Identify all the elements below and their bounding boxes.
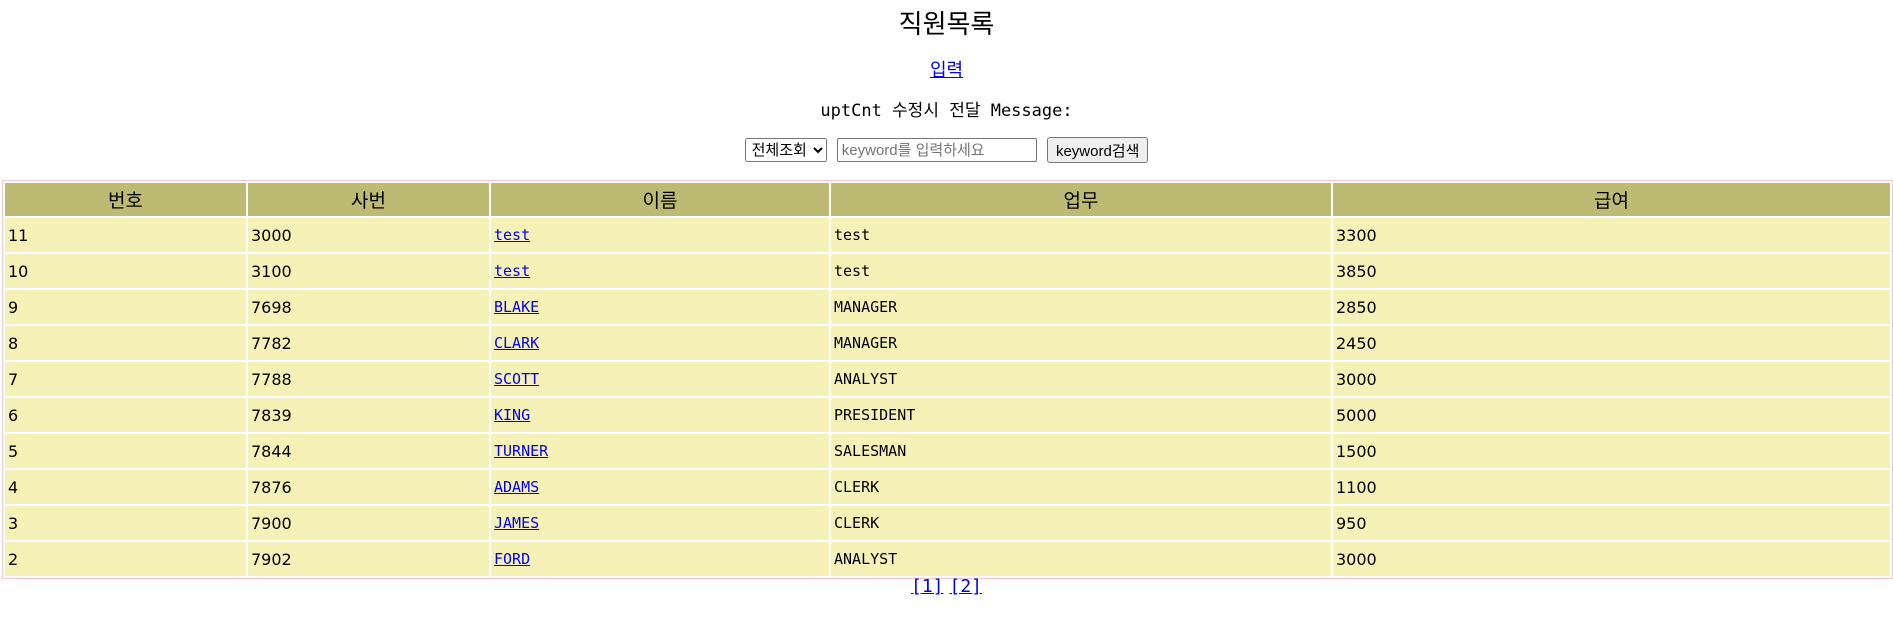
employee-name-link[interactable]: CLARK [494,334,539,352]
cell-sal: 1100 [1333,470,1890,504]
cell-empno: 7788 [248,362,489,396]
cell-empno: 7698 [248,290,489,324]
cell-ename: ADAMS [491,470,829,504]
page-title: 직원목록 [898,10,995,40]
cell-empno: 3100 [248,254,489,288]
cell-empno: 7844 [248,434,489,468]
page-link-2[interactable]: [2] [950,576,983,597]
employee-name-link[interactable]: TURNER [494,442,548,460]
cell-job: test [831,218,1331,252]
table-row: 9 7698 BLAKE MANAGER 2850 [5,290,1890,324]
insert-link-container: 입력 [0,56,1893,82]
cell-sal: 3300 [1333,218,1890,252]
cell-job: CLERK [831,506,1331,540]
cell-no: 5 [5,434,246,468]
search-type-select[interactable]: 전체조회 [744,138,827,162]
page-link-1[interactable]: [1] [911,576,944,597]
cell-no: 11 [5,218,246,252]
cell-ename: KING [491,398,829,432]
cell-job: PRESIDENT [831,398,1331,432]
insert-link[interactable]: 입력 [930,60,963,81]
cell-ename: test [491,218,829,252]
cell-sal: 3000 [1333,362,1890,396]
header-job: 업무 [831,183,1331,216]
cell-empno: 7902 [248,542,489,576]
table-row: 6 7839 KING PRESIDENT 5000 [5,398,1890,432]
header-no: 번호 [5,183,246,216]
header-ename: 이름 [491,183,829,216]
cell-sal: 3000 [1333,542,1890,576]
employee-name-link[interactable]: ADAMS [494,478,539,496]
header-empno: 사번 [248,183,489,216]
cell-no: 6 [5,398,246,432]
cell-empno: 7876 [248,470,489,504]
cell-ename: FORD [491,542,829,576]
cell-job: test [831,254,1331,288]
employee-table: 번호 사번 이름 업무 급여 11 3000 test test 3300 10… [2,180,1893,579]
table-row: 4 7876 ADAMS CLERK 1100 [5,470,1890,504]
table-row: 5 7844 TURNER SALESMAN 1500 [5,434,1890,468]
cell-ename: CLARK [491,326,829,360]
employee-name-link[interactable]: KING [494,406,530,424]
cell-sal: 2850 [1333,290,1890,324]
cell-ename: TURNER [491,434,829,468]
table-row: 10 3100 test test 3850 [5,254,1890,288]
keyword-input[interactable] [836,138,1037,162]
cell-job: ANALYST [831,362,1331,396]
header-sal: 급여 [1333,183,1890,216]
cell-empno: 7839 [248,398,489,432]
cell-no: 7 [5,362,246,396]
employee-name-link[interactable]: BLAKE [494,298,539,316]
cell-empno: 7900 [248,506,489,540]
cell-sal: 3850 [1333,254,1890,288]
cell-sal: 2450 [1333,326,1890,360]
update-message: uptCnt 수정시 전달 Message: [820,101,1073,121]
search-bar: 전체조회 keyword검색 [0,137,1893,163]
cell-sal: 1500 [1333,434,1890,468]
cell-job: CLERK [831,470,1331,504]
employee-name-link[interactable]: test [494,226,530,244]
cell-empno: 3000 [248,218,489,252]
cell-empno: 7782 [248,326,489,360]
pagination: [1] [2] [0,576,1893,597]
cell-no: 10 [5,254,246,288]
table-row: 11 3000 test test 3300 [5,218,1890,252]
cell-sal: 950 [1333,506,1890,540]
cell-job: ANALYST [831,542,1331,576]
cell-sal: 5000 [1333,398,1890,432]
cell-job: MANAGER [831,326,1331,360]
cell-ename: SCOTT [491,362,829,396]
cell-ename: BLAKE [491,290,829,324]
table-row: 8 7782 CLARK MANAGER 2450 [5,326,1890,360]
table-header-row: 번호 사번 이름 업무 급여 [5,183,1890,216]
employee-name-link[interactable]: SCOTT [494,370,539,388]
cell-ename: test [491,254,829,288]
table-row: 7 7788 SCOTT ANALYST 3000 [5,362,1890,396]
cell-no: 9 [5,290,246,324]
employee-name-link[interactable]: test [494,262,530,280]
cell-no: 4 [5,470,246,504]
employee-name-link[interactable]: JAMES [494,514,539,532]
keyword-search-button[interactable]: keyword검색 [1046,137,1149,163]
employee-name-link[interactable]: FORD [494,550,530,568]
cell-no: 3 [5,506,246,540]
cell-no: 8 [5,326,246,360]
cell-no: 2 [5,542,246,576]
table-row: 2 7902 FORD ANALYST 3000 [5,542,1890,576]
cell-job: SALESMAN [831,434,1331,468]
cell-ename: JAMES [491,506,829,540]
cell-job: MANAGER [831,290,1331,324]
table-row: 3 7900 JAMES CLERK 950 [5,506,1890,540]
